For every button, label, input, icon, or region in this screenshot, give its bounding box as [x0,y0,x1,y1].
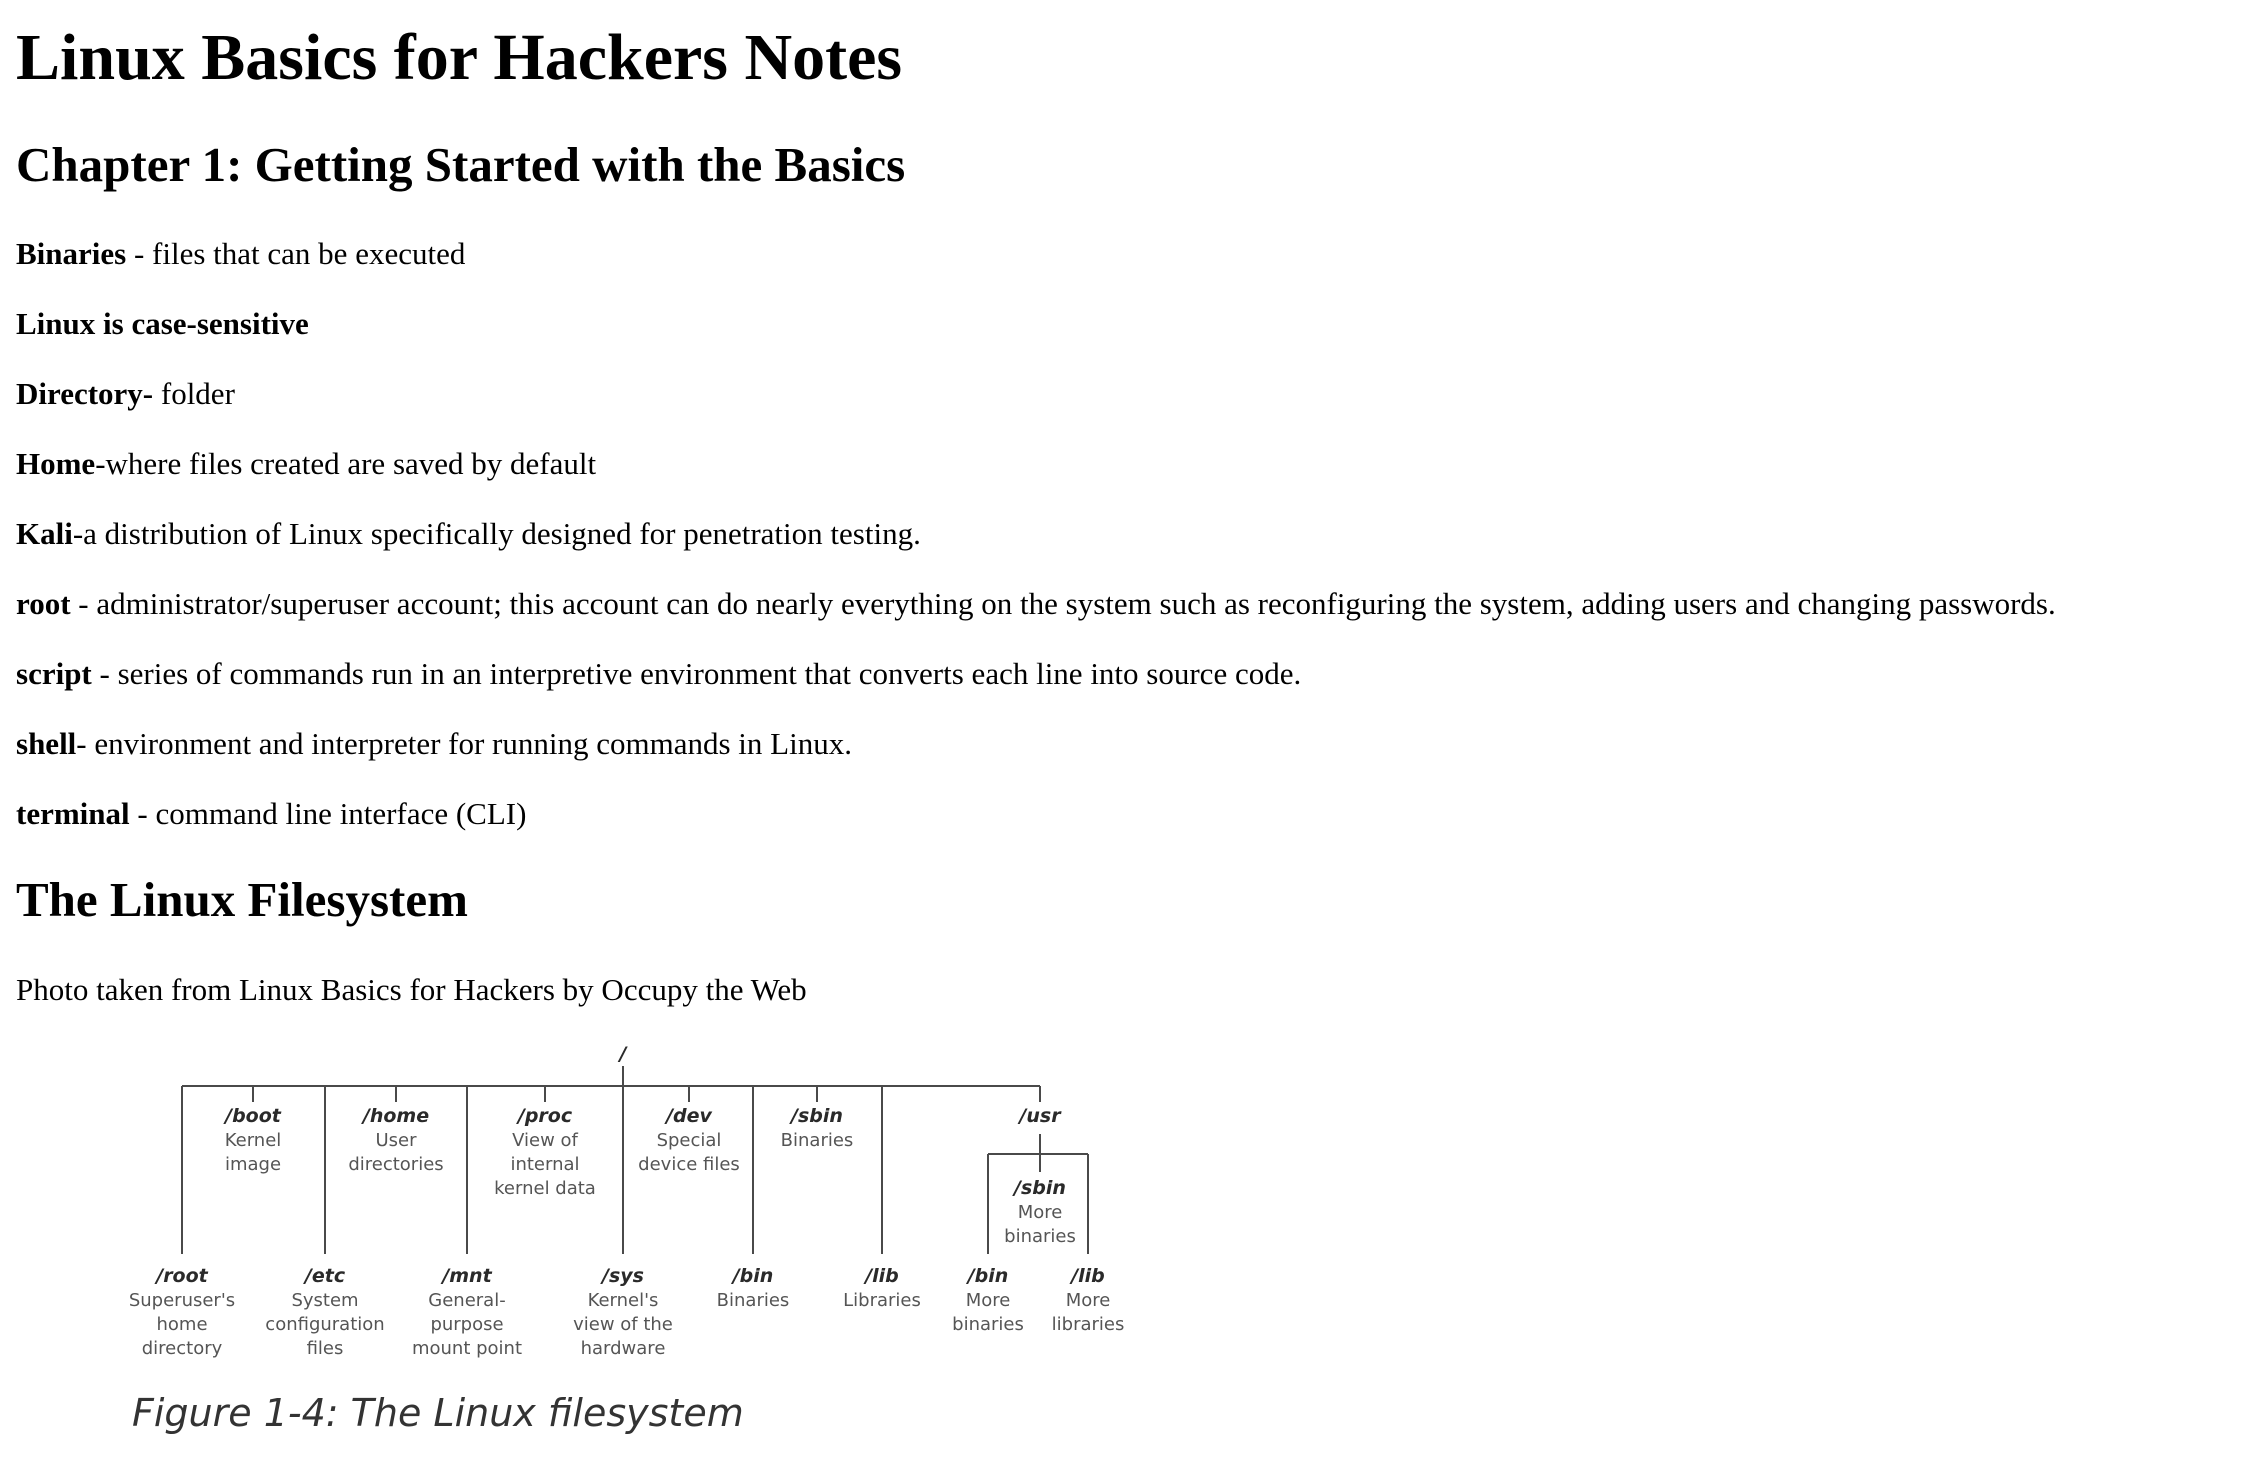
definition-term: Binaries [16,236,127,271]
dir-dev-label: /dev [664,1105,712,1127]
definition-text: - administrator/superuser account; this … [70,586,2056,621]
dir-usr-lib-label: /lib [1069,1265,1105,1287]
definition-text: - series of commands run in an interpret… [91,656,1302,691]
dir-home-label: /home [361,1105,429,1127]
definition-text: - files that can be executed [126,236,466,271]
dir-usr-lib-desc: More [1066,1290,1111,1311]
dir-sbin-label: /sbin [789,1105,843,1127]
dir-root-desc: directory [142,1338,223,1359]
definition-home: Home-where files created are saved by de… [16,444,596,484]
dir-proc-desc: kernel data [494,1178,596,1199]
dir-sys-desc: view of the [573,1314,673,1335]
definition-script: script - series of commands run in an in… [16,654,1301,694]
definition-text: folder [153,376,235,411]
dir-etc-label: /etc [303,1265,346,1287]
dir-usr-lib-desc: libraries [1052,1314,1125,1335]
dir-boot-desc: image [225,1154,281,1175]
dir-sys-label: /sys [600,1265,644,1287]
definition-shell: shell- environment and interpreter for r… [16,724,852,764]
figure-caption: Figure 1-4: The Linux filesystem [132,1391,744,1435]
dir-usr-bin-label: /bin [966,1265,1009,1287]
filesystem-tree-diagram: / /boot Kernel image /home User director… [129,1043,1125,1435]
dir-mnt-desc: mount point [412,1338,522,1359]
dir-usr-bin-desc: More [966,1290,1011,1311]
dir-mnt-desc: purpose [430,1314,503,1335]
definition-term: terminal [16,796,130,831]
dir-sys-desc: hardware [581,1338,666,1359]
dir-etc-desc: configuration [265,1314,384,1335]
dir-usr-bin-desc: binaries [952,1314,1024,1335]
filesystem-heading: The Linux Filesystem [16,872,468,927]
root-slash-label: / [618,1043,629,1065]
photo-credit: Photo taken from Linux Basics for Hacker… [16,972,807,1007]
definition-term: script [16,656,92,691]
dir-home-desc: directories [348,1154,443,1175]
dir-boot-desc: Kernel [225,1130,282,1151]
dir-proc-desc: internal [510,1154,579,1175]
dir-root-desc: home [156,1314,207,1335]
dir-bin-desc: Binaries [717,1290,790,1311]
definition-binaries: Binaries - files that can be executed [16,234,465,274]
upper-directories: /boot Kernel image /home User directorie… [223,1105,1076,1247]
definition-term: root [16,586,71,621]
page-title: Linux Basics for Hackers Notes [16,21,903,94]
dir-usr-sbin-label: /sbin [1012,1177,1066,1199]
filesystem-figure: / /boot Kernel image /home User director… [116,1030,1136,1450]
definition-root: root - administrator/superuser account; … [16,584,2056,624]
definition-term: Home [16,446,96,481]
dir-proc-label: /proc [516,1105,573,1127]
definition-directory: Directory- folder [16,374,235,414]
dir-sbin-desc: Binaries [781,1130,854,1151]
dir-mnt-label: /mnt [440,1265,492,1287]
tree-lines [181,1066,1089,1254]
definition-term: shell [16,726,77,761]
definition-text: - command line interface (CLI) [129,796,527,831]
dir-etc-desc: files [307,1338,344,1359]
definition-text: -where files created are saved by defaul… [95,446,597,481]
dir-proc-desc: View of [512,1130,578,1151]
dir-mnt-desc: General- [428,1290,505,1311]
dir-usr-sbin-desc: More [1018,1202,1063,1223]
chapter-heading: Chapter 1: Getting Started with the Basi… [16,137,906,192]
dir-usr-label: /usr [1017,1105,1062,1127]
dir-etc-desc: System [291,1290,358,1311]
dir-lib-label: /lib [863,1265,899,1287]
definition-case-sensitive: Linux is case-sensitive [16,304,309,344]
dir-root-label: /root [154,1265,208,1287]
dir-lib-desc: Libraries [843,1290,921,1311]
lower-directories: /root Superuser's home directory /etc Sy… [129,1265,1125,1359]
definition-term: Linux is case-sensitive [16,306,309,341]
dir-dev-desc: Special [657,1130,722,1151]
definition-term: Kali [16,516,73,551]
dir-root-desc: Superuser's [129,1290,235,1311]
dir-usr-sbin-desc: binaries [1004,1226,1076,1247]
dir-boot-label: /boot [223,1105,282,1127]
definition-terminal: terminal - command line interface (CLI) [16,794,526,834]
definition-kali: Kali-a distribution of Linux specificall… [16,514,921,554]
dir-home-desc: User [375,1130,417,1151]
definition-text: - environment and interpreter for runnin… [76,726,852,761]
definition-term: Directory- [16,376,154,411]
definition-text: -a distribution of Linux specifically de… [72,516,921,551]
dir-bin-label: /bin [731,1265,774,1287]
dir-sys-desc: Kernel's [588,1290,659,1311]
dir-dev-desc: device files [638,1154,740,1175]
